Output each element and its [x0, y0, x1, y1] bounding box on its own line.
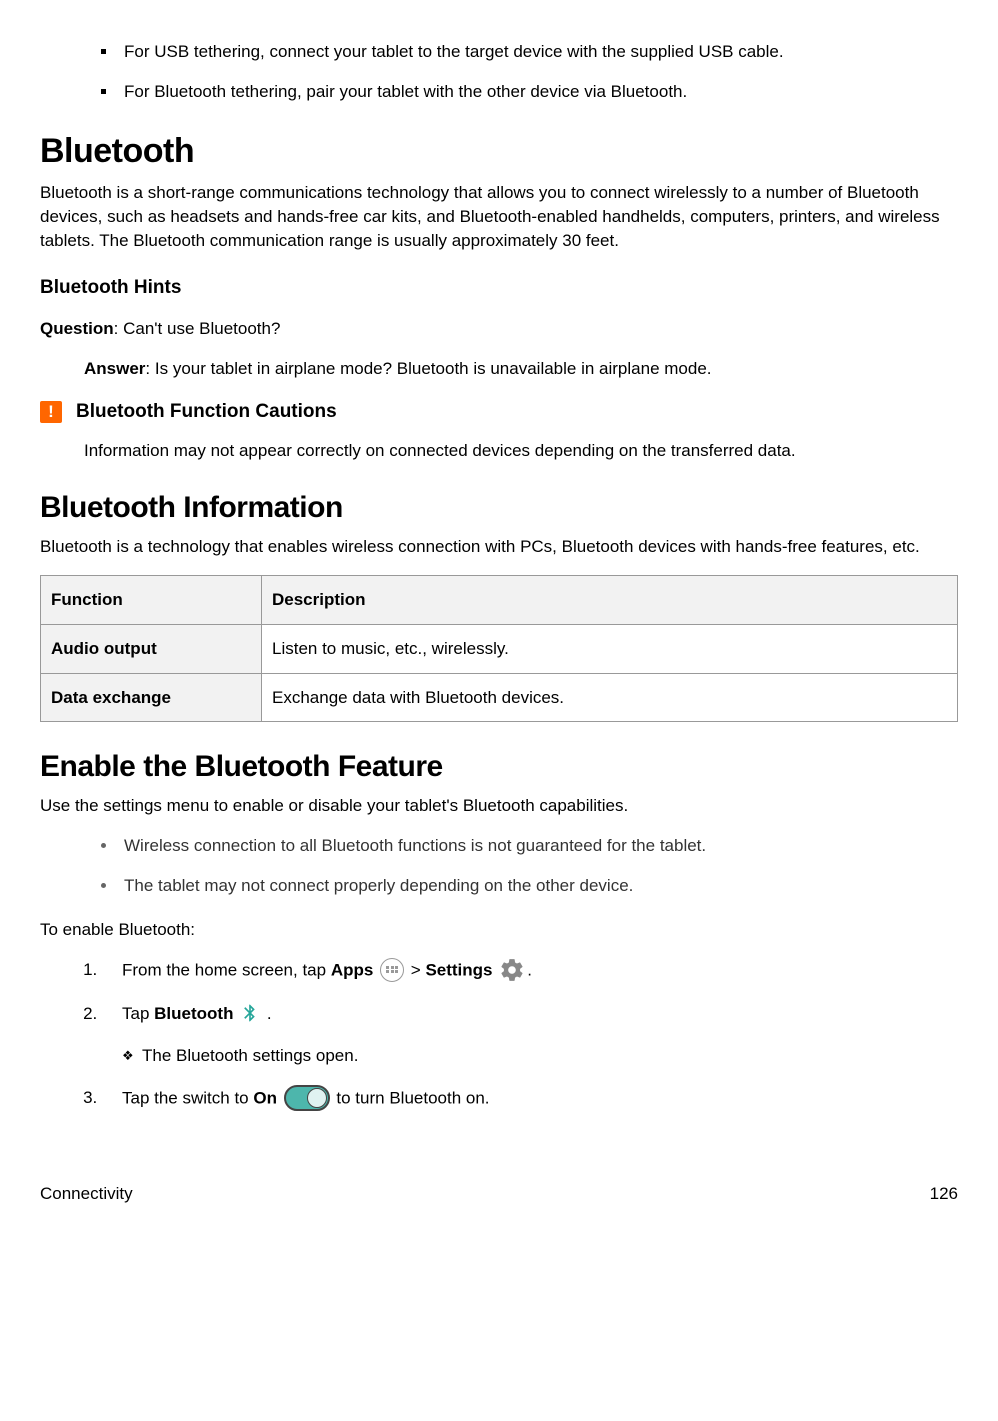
answer-text: : Is your tablet in airplane mode? Bluet… [145, 359, 711, 378]
step1-text-a: From the home screen, tap [122, 960, 331, 979]
step3-text-a: Tap the switch to [122, 1088, 253, 1107]
step2-end: . [262, 1004, 271, 1023]
caution-heading-block: ! Bluetooth Function Cautions [40, 399, 958, 426]
footer-section: Connectivity [40, 1182, 133, 1206]
step3-end: to turn Bluetooth on. [332, 1088, 490, 1107]
table-row: Audio output Listen to music, etc., wire… [41, 624, 958, 673]
answer-label: Answer [84, 359, 145, 378]
table-cell-function: Audio output [41, 624, 262, 673]
bluetooth-info-table: Function Description Audio output Listen… [40, 575, 958, 722]
enable-heading: Enable the Bluetooth Feature [40, 746, 958, 788]
bluetooth-intro: Bluetooth is a short-range communication… [40, 181, 958, 252]
tethering-list: For USB tethering, connect your tablet t… [40, 40, 958, 104]
table-cell-description: Listen to music, etc., wirelessly. [262, 624, 958, 673]
table-cell-function: Data exchange [41, 673, 262, 722]
list-item: For USB tethering, connect your tablet t… [118, 40, 958, 64]
enable-intro: Use the settings menu to enable or disab… [40, 794, 958, 818]
step1-gt: > [406, 960, 425, 979]
table-header-description: Description [262, 575, 958, 624]
bluetooth-info-heading: Bluetooth Information [40, 487, 958, 529]
question-label: Question [40, 319, 114, 338]
apps-label: Apps [331, 960, 374, 979]
to-enable-label: To enable Bluetooth: [40, 918, 958, 942]
step1-end: . [527, 960, 532, 979]
list-item: The tablet may not connect properly depe… [118, 874, 958, 898]
on-label: On [253, 1088, 277, 1107]
footer-page-number: 126 [930, 1182, 958, 1206]
table-cell-description: Exchange data with Bluetooth devices. [262, 673, 958, 722]
step-1: From the home screen, tap Apps > Setting… [102, 958, 958, 984]
answer-line: Answer: Is your tablet in airplane mode?… [40, 357, 958, 381]
table-header-function: Function [41, 575, 262, 624]
toggle-on-icon [284, 1085, 330, 1111]
bluetooth-heading: Bluetooth [40, 128, 958, 176]
apps-icon [380, 958, 404, 982]
bluetooth-label: Bluetooth [154, 1004, 233, 1023]
step2-text-a: Tap [122, 1004, 154, 1023]
question-text: : Can't use Bluetooth? [114, 319, 281, 338]
enable-notes-list: Wireless connection to all Bluetooth fun… [40, 834, 958, 898]
list-item: Wireless connection to all Bluetooth fun… [118, 834, 958, 858]
question-line: Question: Can't use Bluetooth? [40, 317, 958, 341]
step-2: Tap Bluetooth . The Bluetooth settings o… [102, 1002, 958, 1068]
step2-sub: The Bluetooth settings open. [122, 1044, 958, 1068]
caution-text: Information may not appear correctly on … [40, 439, 958, 463]
bluetooth-hints-heading: Bluetooth Hints [40, 275, 958, 302]
list-item: For Bluetooth tethering, pair your table… [118, 80, 958, 104]
caution-icon: ! [40, 401, 62, 423]
settings-icon [499, 957, 525, 983]
step-3: Tap the switch to On to turn Bluetooth o… [102, 1086, 958, 1112]
caution-title: Bluetooth Function Cautions [76, 399, 337, 426]
page-footer: Connectivity 126 [40, 1182, 958, 1206]
enable-steps: From the home screen, tap Apps > Setting… [40, 958, 958, 1112]
table-row: Data exchange Exchange data with Bluetoo… [41, 673, 958, 722]
bluetooth-icon [240, 1001, 260, 1025]
settings-label: Settings [425, 960, 492, 979]
bluetooth-info-intro: Bluetooth is a technology that enables w… [40, 535, 958, 559]
